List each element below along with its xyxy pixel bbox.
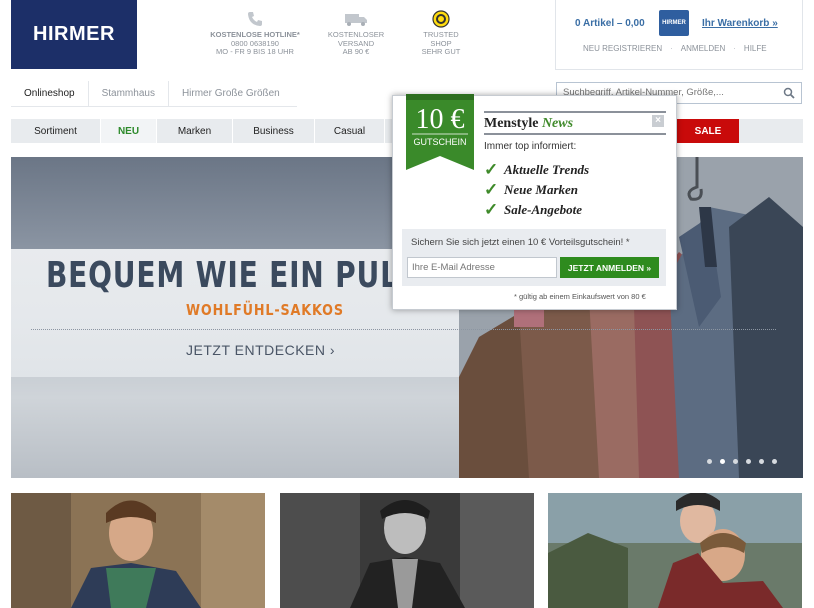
trusted-shops-icon [432, 10, 450, 28]
cart-count[interactable]: 0 Artikel – 0,00 [575, 18, 645, 29]
nav-sortiment[interactable]: Sortiment [11, 119, 101, 143]
separator: · [670, 44, 673, 53]
benefit-label: Neue Marken [504, 182, 579, 197]
slide-dot[interactable] [707, 459, 712, 464]
teaser-tile-2[interactable] [280, 493, 534, 608]
popup-footnote: * gültig ab einem Einkaufswert von 80 € [514, 292, 646, 301]
benefit-label: Aktuelle Trends [504, 162, 590, 177]
teaser-tile-3[interactable] [548, 493, 802, 608]
teaser-image-man-scarf [11, 493, 265, 608]
email-field[interactable] [407, 257, 557, 278]
nav-business[interactable]: Business [233, 119, 315, 143]
shop-tabs: Onlineshop Stammhaus Hirmer Große Größen [11, 81, 293, 106]
tabs-divider [11, 106, 297, 107]
nav-marken[interactable]: Marken [157, 119, 233, 143]
voucher-amount: 10 € [415, 104, 465, 135]
teaser-image-couple [548, 493, 802, 608]
nav-neu[interactable]: NEU [101, 119, 157, 143]
usp-trusted-shop[interactable]: TRUSTED SHOP SEHR GUT [386, 10, 496, 57]
benefit-label: Sale-Angebote [504, 202, 582, 217]
newsletter-form: Sichern Sie sich jetzt einen 10 € Vortei… [402, 229, 666, 286]
hirmer-logo[interactable]: HIRMER [11, 0, 137, 69]
login-link[interactable]: Anmelden [681, 44, 725, 53]
voucher-claim-text: Sichern Sie sich jetzt einen 10 € Vortei… [411, 237, 630, 248]
slide-dot[interactable] [733, 459, 738, 464]
teaser-image-man-bw [280, 493, 534, 608]
voucher-badge: 10 € GUTSCHEIN [406, 94, 474, 170]
popup-title-accent: News [541, 116, 574, 131]
truck-icon [345, 14, 367, 26]
subscribe-button[interactable]: JETZT ANMELDEN » [560, 257, 659, 278]
checkmark-icon: ✓ [484, 200, 499, 219]
benefit-item: ✓ Neue Marken [484, 180, 578, 200]
phone-icon [248, 12, 262, 26]
account-links: Neu registrieren · Anmelden · Hilfe [583, 44, 767, 53]
slide-dot[interactable] [746, 459, 751, 464]
slider-dots [707, 459, 777, 464]
help-link[interactable]: Hilfe [744, 44, 767, 53]
popup-title: Menstyle News [484, 111, 666, 135]
register-link[interactable]: Neu registrieren [583, 44, 662, 53]
benefit-item: ✓ Sale-Angebote [484, 200, 582, 220]
separator: · [733, 44, 736, 53]
voucher-label: GUTSCHEIN [413, 137, 467, 147]
nav-sale[interactable]: SALE [677, 119, 739, 143]
teaser-tile-1[interactable] [11, 493, 265, 608]
popup-intro: Immer top informiert: [484, 141, 577, 152]
hero-divider [31, 329, 776, 330]
checkmark-icon: ✓ [484, 160, 499, 179]
slide-dot-active[interactable] [720, 459, 725, 464]
tab-onlineshop[interactable]: Onlineshop [11, 81, 88, 106]
slide-dot[interactable] [759, 459, 764, 464]
nav-casual[interactable]: Casual [315, 119, 385, 143]
hero-subtitle: WOHLFÜHL-SAKKOS [186, 301, 344, 319]
usp-hotline: Kostenlose Hotline* 0800 0638190 MO - FR… [200, 10, 310, 57]
close-icon[interactable]: × [652, 115, 664, 127]
benefit-item: ✓ Aktuelle Trends [484, 160, 589, 180]
shopping-bag-icon[interactable]: HIRMER [659, 10, 689, 36]
hero-cta-link[interactable]: JETZT ENTDECKEN › [186, 342, 335, 358]
slide-dot[interactable] [772, 459, 777, 464]
tab-grosse-groessen[interactable]: Hirmer Große Größen [167, 81, 293, 106]
cart-link[interactable]: Ihr Warenkorb » [702, 18, 778, 29]
search-icon[interactable] [783, 87, 795, 99]
popup-title-main: Menstyle [484, 116, 539, 131]
checkmark-icon: ✓ [484, 180, 499, 199]
tab-stammhaus[interactable]: Stammhaus [87, 81, 168, 106]
